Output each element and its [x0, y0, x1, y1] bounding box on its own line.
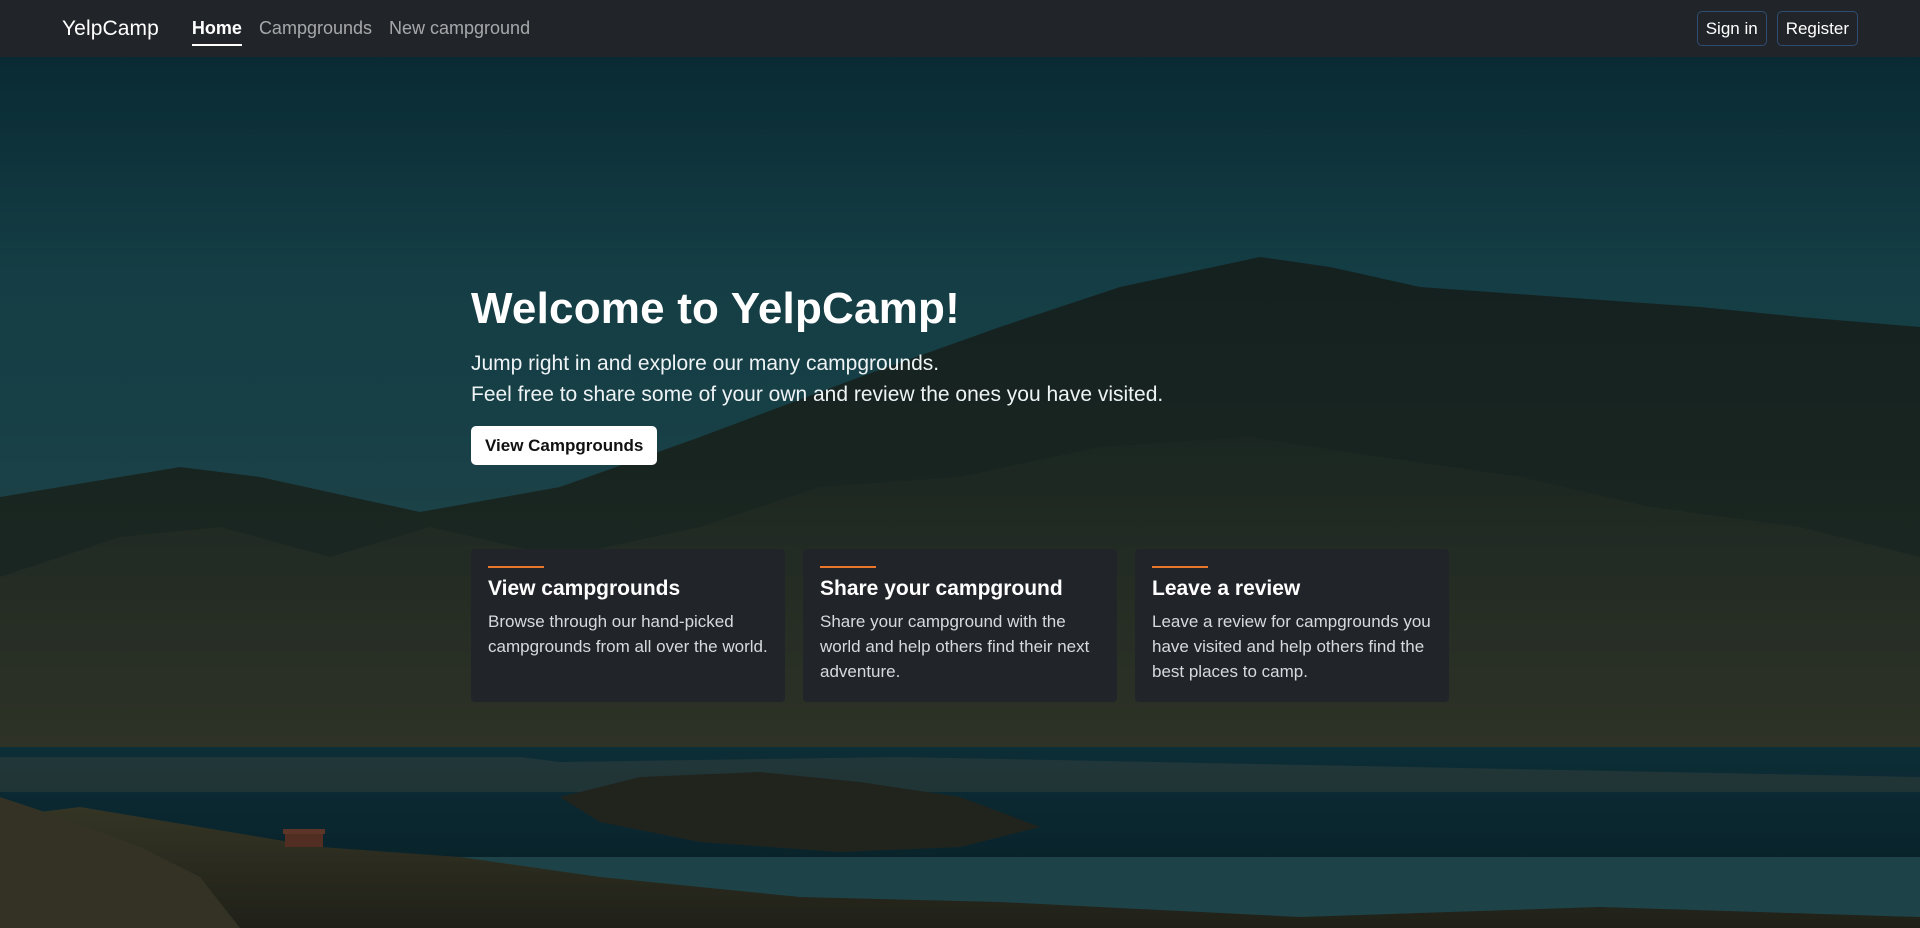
card-text: Browse through our hand-picked campgroun…	[488, 612, 768, 656]
view-campgrounds-button[interactable]: View Campgrounds	[471, 426, 658, 465]
card-text: Share your campground with the world and…	[820, 612, 1090, 681]
register-button[interactable]: Register	[1776, 11, 1858, 46]
feature-card-view: View campgrounds Browse through our hand…	[471, 549, 785, 702]
card-title: Leave a review	[1152, 577, 1301, 600]
auth-actions: Sign in Register	[1696, 11, 1858, 46]
hero-lead-line-2: Feel free to share some of your own and …	[471, 383, 1164, 406]
feature-cards: View campgrounds Browse through our hand…	[471, 549, 1449, 702]
nav-link-campgrounds[interactable]: Campgrounds	[259, 14, 372, 43]
card-accent-rule	[488, 566, 544, 568]
card-text: Leave a review for campgrounds you have …	[1152, 612, 1431, 681]
card-title: Share your campground	[820, 577, 1063, 600]
card-accent-rule	[1152, 566, 1208, 568]
nav-links: Home Campgrounds New campground	[191, 14, 530, 46]
hero-title: Welcome to YelpCamp!	[471, 284, 960, 333]
hero-lead-line-1: Jump right in and explore our many campg…	[471, 352, 940, 375]
nav-link-home[interactable]: Home	[191, 14, 242, 46]
nav-link-new-campground[interactable]: New campground	[389, 14, 530, 43]
feature-card-review: Leave a review Leave a review for campgr…	[1135, 549, 1449, 702]
hero-overlay	[0, 57, 1920, 928]
feature-card-share: Share your campground Share your campgro…	[803, 549, 1117, 702]
hero-lead: Jump right in and explore our many campg…	[471, 348, 1471, 410]
hero-content: Welcome to YelpCamp! Jump right in and e…	[471, 284, 1471, 465]
sign-in-button[interactable]: Sign in	[1696, 11, 1767, 46]
card-title: View campgrounds	[488, 577, 681, 600]
card-accent-rule	[820, 566, 876, 568]
hero-section	[0, 57, 1920, 928]
brand-logo[interactable]: YelpCamp	[62, 17, 159, 41]
top-navbar: YelpCamp Home Campgrounds New campground…	[0, 0, 1920, 57]
